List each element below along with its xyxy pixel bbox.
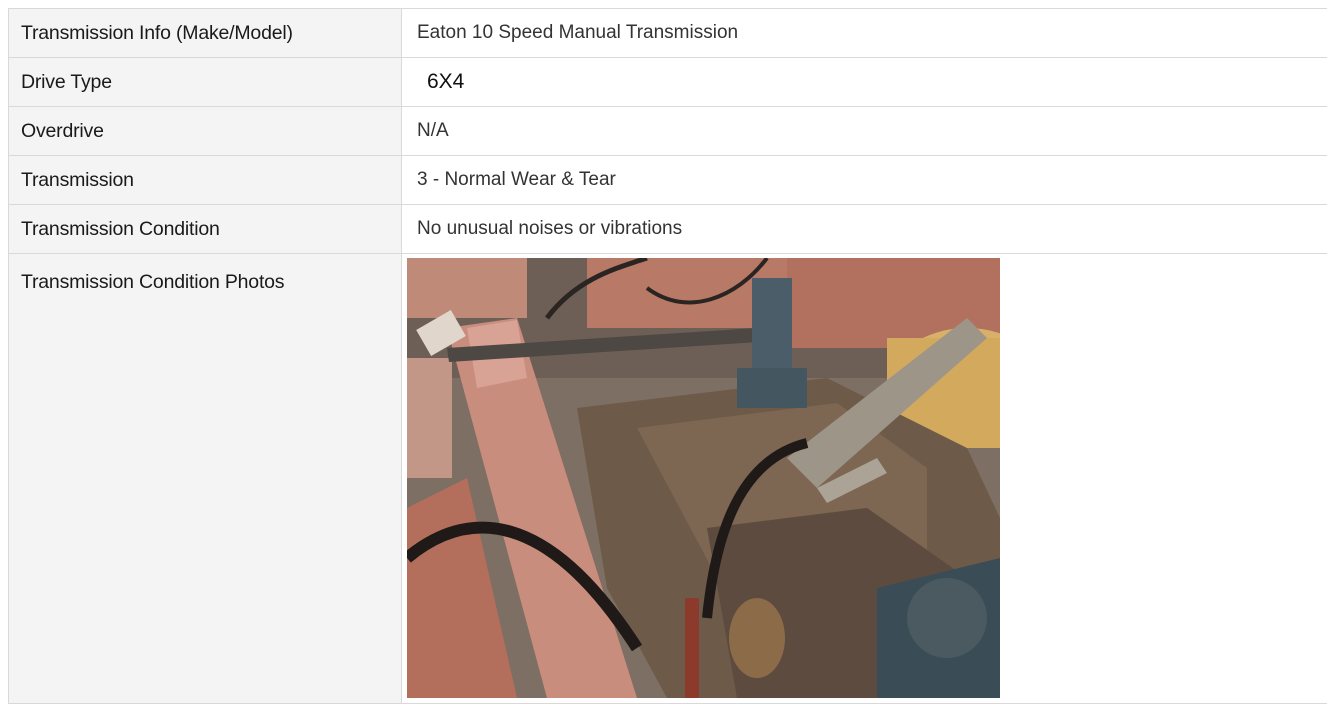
- row-label-transmission-condition: Transmission Condition: [9, 205, 402, 254]
- row-value-transmission-info: Eaton 10 Speed Manual Transmission: [402, 9, 1327, 58]
- table-row: Transmission Info (Make/Model) Eaton 10 …: [9, 9, 1327, 58]
- transmission-details-table-wrap: Transmission Info (Make/Model) Eaton 10 …: [8, 8, 1327, 708]
- row-value-overdrive: N/A: [402, 107, 1327, 156]
- table-row: Transmission 3 - Normal Wear & Tear: [9, 156, 1327, 205]
- row-label-drive-type: Drive Type: [9, 58, 402, 107]
- row-label-transmission: Transmission: [9, 156, 402, 205]
- row-label-transmission-photos: Transmission Condition Photos: [9, 254, 402, 704]
- row-value-transmission-photos: [402, 254, 1327, 704]
- row-label-transmission-info: Transmission Info (Make/Model): [9, 9, 402, 58]
- table-row: Transmission Condition Photos: [9, 254, 1327, 704]
- transmission-details-table: Transmission Info (Make/Model) Eaton 10 …: [8, 8, 1327, 704]
- transmission-photo[interactable]: [407, 258, 1000, 698]
- row-value-transmission: 3 - Normal Wear & Tear: [402, 156, 1327, 205]
- table-row: Transmission Condition No unusual noises…: [9, 205, 1327, 254]
- row-value-transmission-condition: No unusual noises or vibrations: [402, 205, 1327, 254]
- transmission-photo-image: [407, 258, 1000, 698]
- row-value-drive-type: 6X4: [402, 58, 1327, 107]
- table-row: Overdrive N/A: [9, 107, 1327, 156]
- row-label-overdrive: Overdrive: [9, 107, 402, 156]
- table-row: Drive Type 6X4: [9, 58, 1327, 107]
